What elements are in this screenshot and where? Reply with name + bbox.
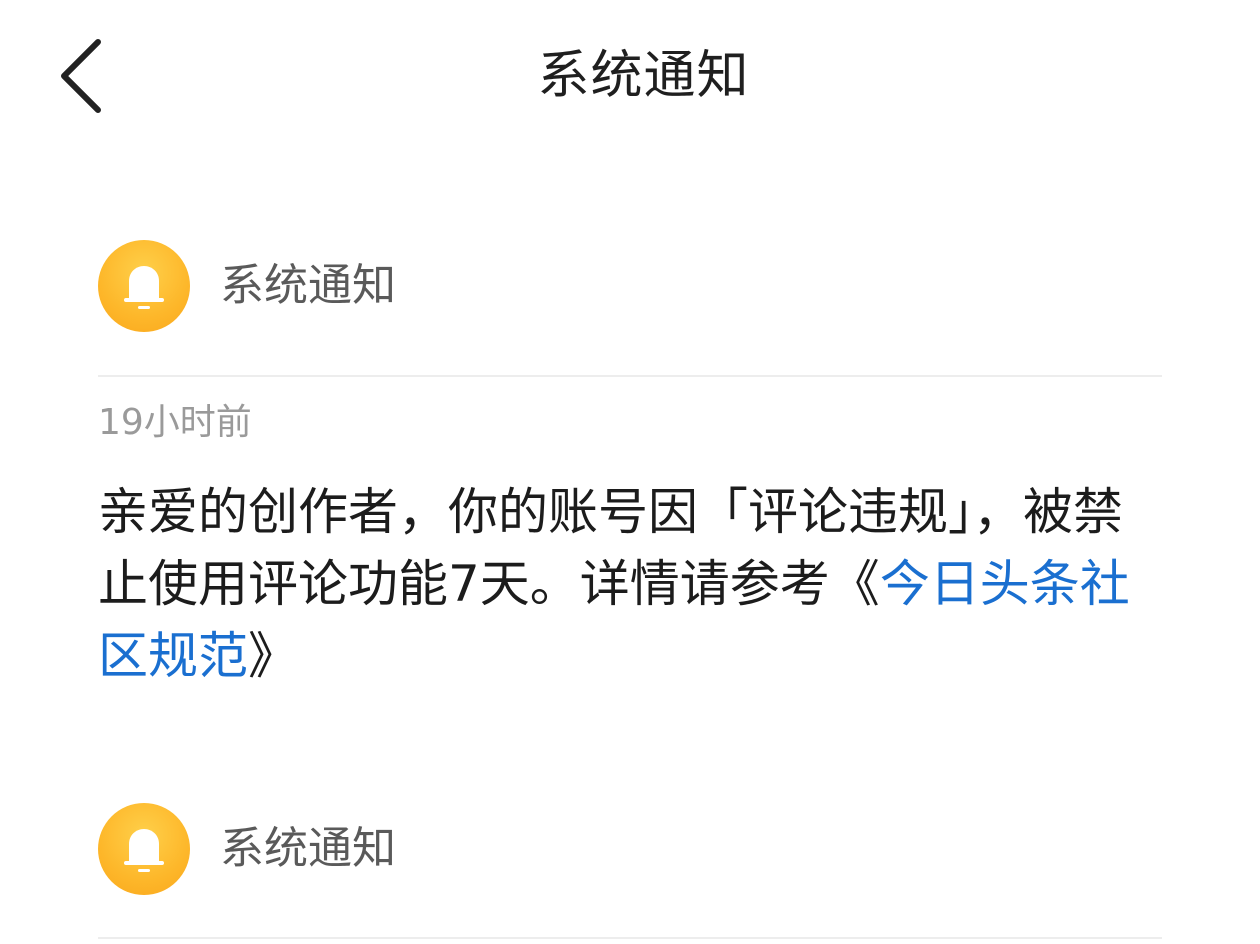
bell-icon [124,829,164,872]
notification-avatar [98,240,190,332]
divider [98,375,1162,377]
notification-time: 19小时前 [98,402,252,443]
notification-avatar [98,803,190,895]
notification-header: 系统通知 [98,240,1162,332]
notification-header: 系统通知 [98,803,1162,895]
top-bar: 系统通知 [0,0,1260,150]
notification-source: 系统通知 [220,260,396,311]
divider [98,937,1162,939]
notification-message: 亲爱的创作者，你的账号因「评论违规」，被禁止使用评论功能7天。详情请参考《今日头… [98,476,1148,692]
notification-card[interactable]: 系统通知 [98,803,1162,944]
notification-card[interactable]: 系统通知 19小时前 亲爱的创作者，你的账号因「评论违规」，被禁止使用评论功能7… [98,240,1162,690]
notification-source: 系统通知 [220,823,396,874]
message-text-end: 》 [248,627,298,685]
bell-icon [124,266,164,309]
page-title: 系统通知 [537,46,750,106]
